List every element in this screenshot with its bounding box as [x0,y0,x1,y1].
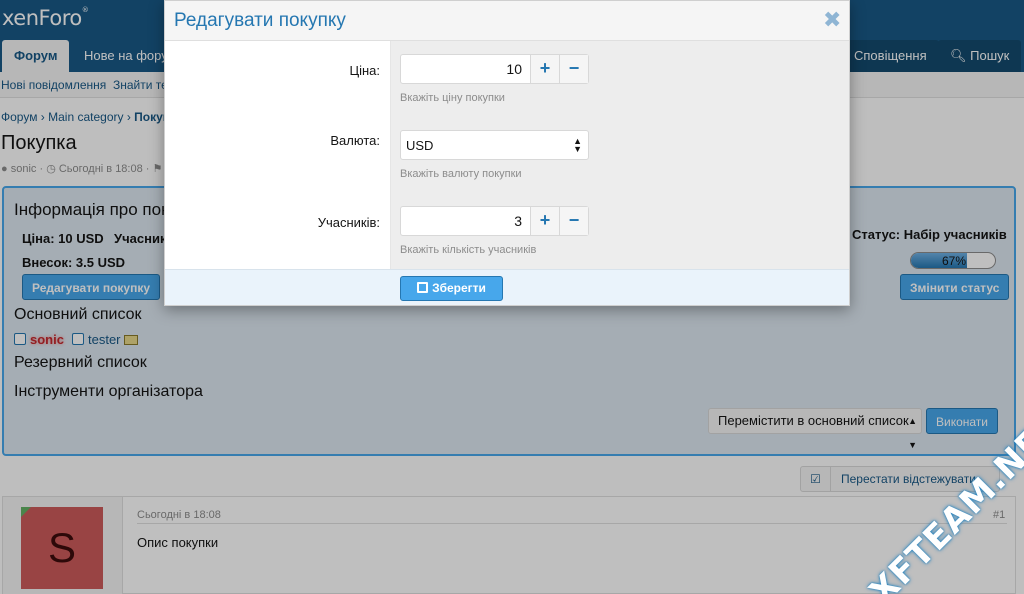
currency-select[interactable]: USD ▲ ▼ [400,130,589,160]
participants-hint: Вкажіть кількість учасників [400,244,537,256]
save-icon [417,282,429,293]
participants-input[interactable]: 3 + − [400,206,589,236]
dialog-labels: Ціна: Валюта: Учасників: [165,41,391,269]
dialog-fields: 10 + − Вкажіть ціну покупки USD ▲ ▼ Вкажі… [391,41,849,269]
currency-label: Валюта: [330,133,380,148]
participants-label: Учасників: [317,215,380,230]
chevron-down-icon: ▲ ▼ [573,136,582,154]
participants-increment-button[interactable]: + [530,207,559,235]
price-hint: Вкажіть ціну покупки [400,92,505,104]
edit-purchase-dialog: Редагувати покупку ✖ Ціна: Валюта: Учасн… [164,0,850,306]
close-icon[interactable]: ✖ [823,9,841,31]
participants-decrement-button[interactable]: − [559,207,588,235]
dialog-header: Редагувати покупку ✖ [165,1,849,41]
dialog-footer: Зберегти [165,269,849,305]
save-button[interactable]: Зберегти [400,276,503,301]
dialog-title: Редагувати покупку [174,10,346,31]
currency-hint: Вкажіть валюту покупки [400,168,522,180]
price-decrement-button[interactable]: − [559,55,588,83]
price-input[interactable]: 10 + − [400,54,589,84]
price-label: Ціна: [349,63,380,78]
price-increment-button[interactable]: + [530,55,559,83]
